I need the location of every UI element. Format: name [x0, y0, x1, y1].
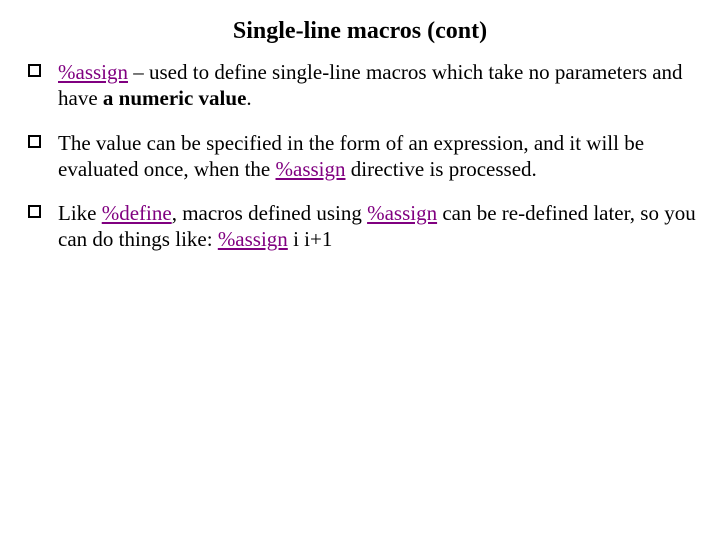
slide-title: Single-line macros (cont)	[24, 18, 696, 45]
text-run: directive is processed.	[346, 157, 537, 181]
list-item: The value can be specified in the form o…	[24, 130, 696, 183]
text-run: Like	[58, 201, 102, 225]
keyword-assign: %assign	[58, 60, 128, 84]
keyword-assign: %assign	[276, 157, 346, 181]
bullet-list: %assign – used to define single-line mac…	[24, 59, 696, 253]
list-item: %assign – used to define single-line mac…	[24, 59, 696, 112]
list-item: Like %define, macros defined using %assi…	[24, 200, 696, 253]
bold-text: a numeric value	[103, 86, 246, 110]
text-run: i i+1	[288, 227, 333, 251]
keyword-assign: %assign	[218, 227, 288, 251]
keyword-define: %define	[102, 201, 172, 225]
text-run: , macros defined using	[172, 201, 367, 225]
slide: Single-line macros (cont) %assign – used…	[0, 0, 720, 540]
keyword-assign: %assign	[367, 201, 437, 225]
text-run: .	[246, 86, 251, 110]
